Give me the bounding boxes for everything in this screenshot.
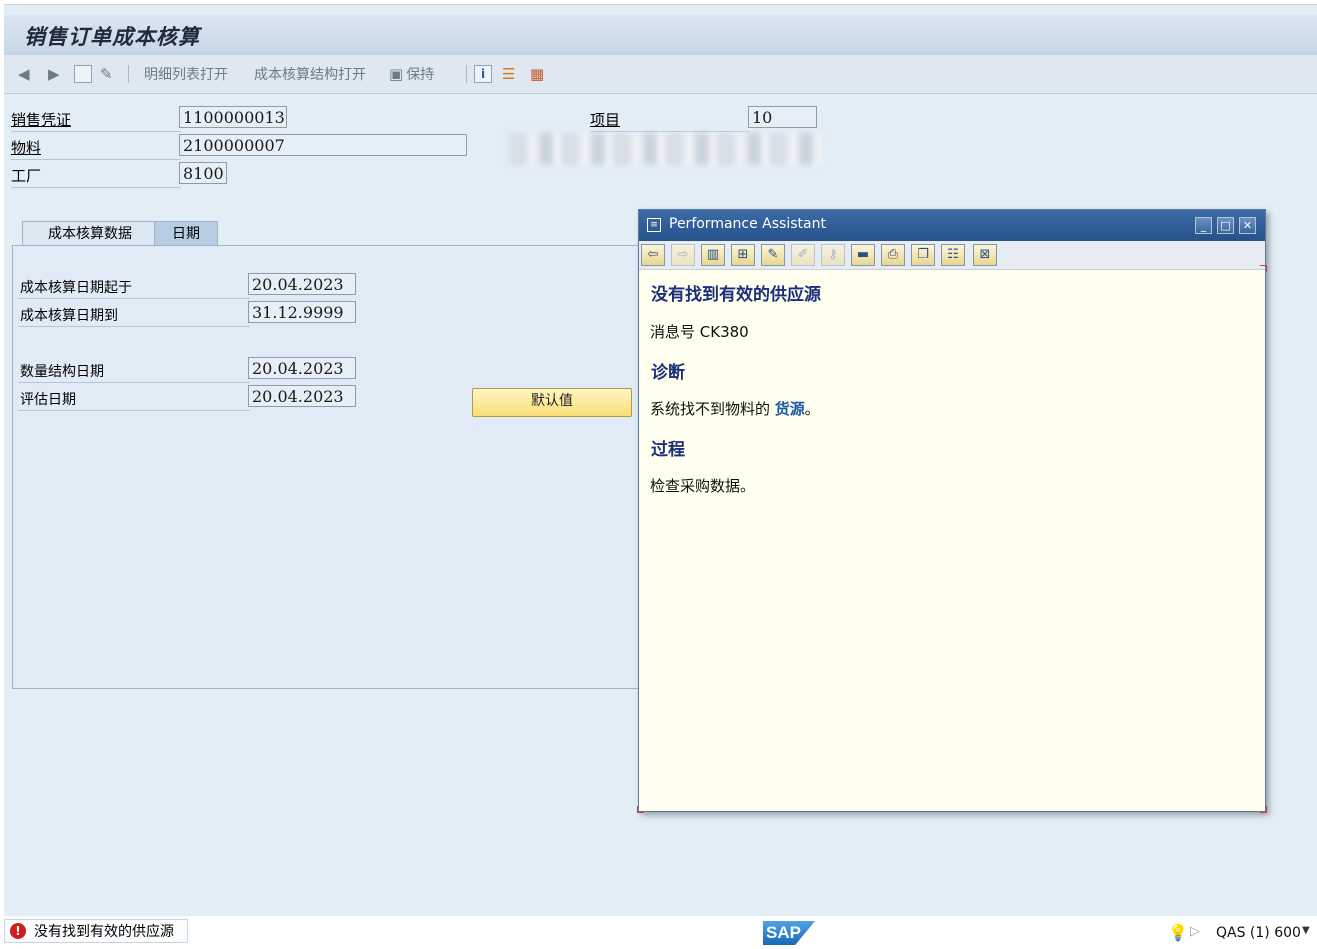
sales-document-field[interactable]: 1100000013 <box>179 106 287 128</box>
performance-assistant-toolbar: ⇦ ⇨ ▥ ⊞ ✎ ✐ ⚷ ▬ ⎙ ❐ ☷ ⊠ <box>639 241 1265 270</box>
diagnosis-heading: 诊断 <box>651 363 685 383</box>
message-heading: 没有找到有效的供应源 <box>651 285 821 305</box>
field-underline <box>11 187 181 188</box>
plant-field[interactable]: 8100 <box>179 162 227 184</box>
tab-costing-data[interactable]: 成本核算数据 <box>22 221 158 245</box>
qty-structure-date-label: 数量结构日期 <box>20 364 104 380</box>
system-info: QAS (1) 600 <box>1216 925 1301 941</box>
resize-corner <box>1260 806 1267 813</box>
error-icon: ! <box>10 923 26 939</box>
help-window-icon: ≡ <box>647 218 661 232</box>
expand-arrow-icon[interactable]: ▷ <box>1190 924 1200 939</box>
field-underline <box>18 326 250 327</box>
system-dropdown-icon[interactable]: ▼ <box>1302 925 1310 936</box>
document-icon[interactable]: ☷ <box>941 244 965 266</box>
exit-icon[interactable]: ⊠ <box>973 244 997 266</box>
info-icon[interactable]: i <box>474 64 492 84</box>
valuation-date-field[interactable]: 20.04.2023 <box>248 385 356 407</box>
costing-date-from-label: 成本核算日期起于 <box>20 280 132 296</box>
pencil-icon[interactable]: ✐ <box>791 244 815 266</box>
tab-dates[interactable]: 日期 <box>154 221 218 245</box>
edit-icon[interactable]: ✎ <box>761 244 785 266</box>
status-message-text: 没有找到有效的供应源 <box>34 924 174 940</box>
pencil-check-icon[interactable]: ✎ <box>100 64 113 84</box>
layout-icon[interactable]: ▦ <box>530 64 544 84</box>
save-keep-icon: ▣ <box>389 65 404 83</box>
structure-icon[interactable]: ⊞ <box>731 244 755 266</box>
field-underline <box>590 131 750 132</box>
material-field[interactable]: 2100000007 <box>179 134 467 156</box>
field-underline <box>11 159 181 160</box>
resize-corner <box>1260 265 1267 272</box>
costing-date-to-label: 成本核算日期到 <box>20 308 118 324</box>
message-number: 消息号 CK380 <box>650 323 749 341</box>
status-bar: ! 没有找到有效的供应源 SAP 💡 ▷ QAS (1) 600 ▼ <box>0 916 1317 949</box>
close-icon[interactable]: ✕ <box>1239 217 1256 234</box>
default-values-button[interactable]: 默认值 <box>472 388 632 417</box>
item-field[interactable]: 10 <box>748 106 817 128</box>
costing-date-to-field[interactable]: 31.12.9999 <box>248 301 356 323</box>
diagnosis-suffix: 。 <box>804 400 820 418</box>
source-of-supply-link[interactable]: 货源 <box>775 400 805 418</box>
copy-icon[interactable]: ❐ <box>911 244 935 266</box>
key-icon[interactable]: ⚷ <box>821 244 845 266</box>
diagnosis-prefix: 系统找不到物料的 <box>650 400 775 418</box>
detail-list-open-button[interactable]: 明细列表打开 <box>144 64 228 84</box>
performance-assistant-title: Performance Assistant <box>669 216 826 232</box>
app-title: 销售订单成本核算 <box>24 24 200 49</box>
performance-assistant-window: ≡ Performance Assistant _ □ ✕ ⇦ ⇨ ▥ ⊞ ✎ … <box>637 209 1267 813</box>
keep-button[interactable]: ▣ 保持 <box>389 64 434 84</box>
settings-icon[interactable]: ☰ <box>502 64 515 84</box>
calculator-icon[interactable] <box>74 64 92 84</box>
procedure-heading: 过程 <box>651 440 685 460</box>
book-icon[interactable]: ▥ <box>701 244 725 266</box>
procedure-text: 检查采购数据。 <box>650 477 756 495</box>
item-label: 项目 <box>590 111 621 129</box>
minimize-icon[interactable]: _ <box>1195 217 1212 234</box>
title-bar: 销售订单成本核算 <box>4 15 1317 56</box>
sales-document-label: 销售凭证 <box>11 111 72 129</box>
diagnosis-text: 系统找不到物料的 货源。 <box>650 398 820 419</box>
help-lightbulb-icon[interactable]: 💡 <box>1168 923 1188 942</box>
application-toolbar: ◀ ▶ ✎ 明细列表打开 成本核算结构打开 ▣ 保持 i ☰ ▦ <box>4 55 1317 94</box>
forward-icon[interactable]: ⇨ <box>671 244 695 266</box>
technical-info-icon[interactable]: ▬ <box>851 244 875 266</box>
maximize-icon[interactable]: □ <box>1217 217 1234 234</box>
valuation-date-label: 评估日期 <box>20 392 76 408</box>
back-icon[interactable]: ⇦ <box>641 244 665 266</box>
field-underline <box>18 382 250 383</box>
material-label: 物料 <box>11 139 42 157</box>
performance-assistant-title-bar[interactable]: ≡ Performance Assistant _ □ ✕ <box>639 210 1265 241</box>
material-description-redacted <box>509 133 821 165</box>
field-underline <box>18 410 250 411</box>
resize-corner <box>637 806 644 813</box>
field-underline <box>18 298 250 299</box>
toolbar-separator <box>128 65 129 83</box>
keep-label: 保持 <box>406 67 435 83</box>
qty-structure-date-field[interactable]: 20.04.2023 <box>248 357 356 379</box>
field-underline <box>11 131 181 132</box>
forward-arrow-icon[interactable]: ▶ <box>48 64 60 84</box>
back-arrow-icon[interactable]: ◀ <box>18 64 30 84</box>
costing-structure-open-button[interactable]: 成本核算结构打开 <box>254 64 366 84</box>
print-icon[interactable]: ⎙ <box>881 244 905 266</box>
plant-label: 工厂 <box>11 167 42 185</box>
sap-logo: SAP <box>763 921 815 945</box>
toolbar-separator <box>466 65 467 83</box>
status-message[interactable]: ! 没有找到有效的供应源 <box>4 919 188 943</box>
costing-date-from-field[interactable]: 20.04.2023 <box>248 273 356 295</box>
